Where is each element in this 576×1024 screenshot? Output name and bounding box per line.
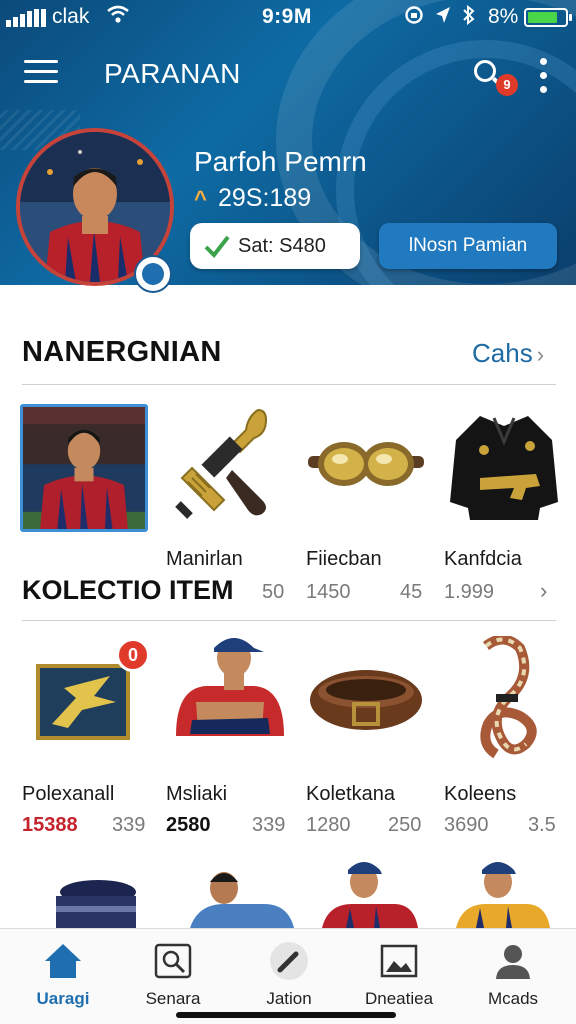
item-tile-belt[interactable]: [302, 644, 430, 772]
item-price: 3690: [444, 814, 489, 836]
bottom-navigation: Uaragi Senara Jation Dneatiea Mcads: [0, 928, 576, 1024]
item-price: 339: [252, 814, 286, 836]
shield-badge-icon: [134, 255, 172, 293]
item-tile-player-yellow[interactable]: [456, 860, 576, 928]
item-price: 250: [388, 814, 422, 836]
item-price: 2580: [166, 814, 211, 836]
item-price: 45: [400, 581, 423, 603]
item-tile-player-cap[interactable]: [166, 630, 294, 758]
collection-heading: KOLECTIO ITEM: [22, 575, 234, 605]
nav-item-edit[interactable]: Jation: [234, 941, 344, 1017]
home-indicator: [176, 1012, 396, 1018]
lock-rotation-icon: [404, 5, 424, 31]
pen-icon: [269, 941, 309, 981]
item-tile-player[interactable]: [20, 404, 148, 532]
item-price: 1280: [306, 814, 351, 836]
image-icon: [379, 941, 419, 981]
divider: [22, 620, 556, 621]
item-price: 15388: [22, 814, 78, 836]
nav-label: Jation: [266, 989, 312, 1008]
section-title: NANERGNIAN: [22, 336, 222, 368]
nav-label: Dneatiea: [364, 989, 434, 1008]
sat-chip[interactable]: Sat: S480: [190, 223, 360, 269]
new-badge: 0: [116, 638, 150, 672]
nav-label: Uaragi: [36, 989, 90, 1008]
item-tile-player-red[interactable]: [318, 860, 446, 928]
sat-label: Sat: S480: [238, 235, 326, 257]
battery-percent: 8%: [488, 5, 519, 28]
chevron-right-icon[interactable]: ›: [540, 578, 547, 604]
battery-icon: [524, 8, 572, 27]
status-bar: clak 9:9M 8%: [0, 0, 576, 34]
search-button[interactable]: 9: [472, 56, 518, 96]
divider: [22, 384, 556, 385]
nav-item-search[interactable]: Senara: [118, 941, 228, 1017]
score-up-icon: ^: [194, 186, 207, 211]
item-price: 1.999: [444, 581, 495, 603]
signal-icon: [6, 9, 46, 27]
item-name: Koletkana: [306, 783, 395, 805]
item-name: Kanfdcia: [444, 548, 522, 570]
item-name: Manirlan: [166, 548, 243, 570]
item-tile-jacket[interactable]: [440, 404, 568, 532]
location-icon: [434, 5, 452, 31]
carrier-name: clak: [52, 5, 90, 28]
primary-action-button[interactable]: lNosn Pamian: [379, 223, 557, 269]
item-name: Msliaki: [166, 783, 228, 805]
item-tile-badge[interactable]: 0: [24, 636, 152, 764]
app-title: PARANAN: [104, 58, 241, 89]
item-price: 1450: [306, 581, 351, 603]
item-price: 3.5: [528, 814, 556, 836]
nav-item-gallery[interactable]: Dneatiea: [344, 941, 454, 1017]
chevron-right-icon: ›: [536, 342, 545, 367]
item-tile-rope[interactable]: [440, 634, 568, 764]
home-icon: [43, 941, 83, 981]
item-tile-bugle[interactable]: [162, 404, 290, 532]
item-tile-person-blue[interactable]: [184, 870, 312, 928]
profile-icon: [493, 941, 533, 981]
item-price: 339: [112, 814, 146, 836]
nav-item-home[interactable]: Uaragi: [8, 941, 118, 1017]
check-icon: [204, 233, 230, 259]
nav-item-profile[interactable]: Mcads: [458, 941, 568, 1017]
item-tile-goggles[interactable]: [302, 404, 430, 532]
battery-fill: [528, 12, 557, 23]
see-all-link[interactable]: Cahs ›: [472, 338, 544, 369]
item-name: Polexanall: [22, 783, 115, 805]
nav-label: Mcads: [487, 989, 539, 1008]
wifi-icon: [106, 4, 130, 30]
profile-name: Parfoh Pemrn: [194, 146, 367, 177]
search-image-icon: [153, 941, 193, 981]
status-time: 9:9M: [262, 5, 312, 28]
more-options-button[interactable]: [536, 56, 552, 96]
bluetooth-icon: [462, 4, 476, 31]
item-name: Koleens: [444, 783, 517, 805]
notification-badge: 9: [496, 74, 518, 96]
nav-label: Senara: [145, 989, 201, 1008]
profile-score: 29S:189: [218, 184, 312, 212]
item-tile-hat[interactable]: [44, 866, 172, 928]
item-price: 50: [262, 581, 285, 603]
item-name: Fiiecban: [306, 548, 382, 570]
menu-button[interactable]: [24, 58, 60, 88]
